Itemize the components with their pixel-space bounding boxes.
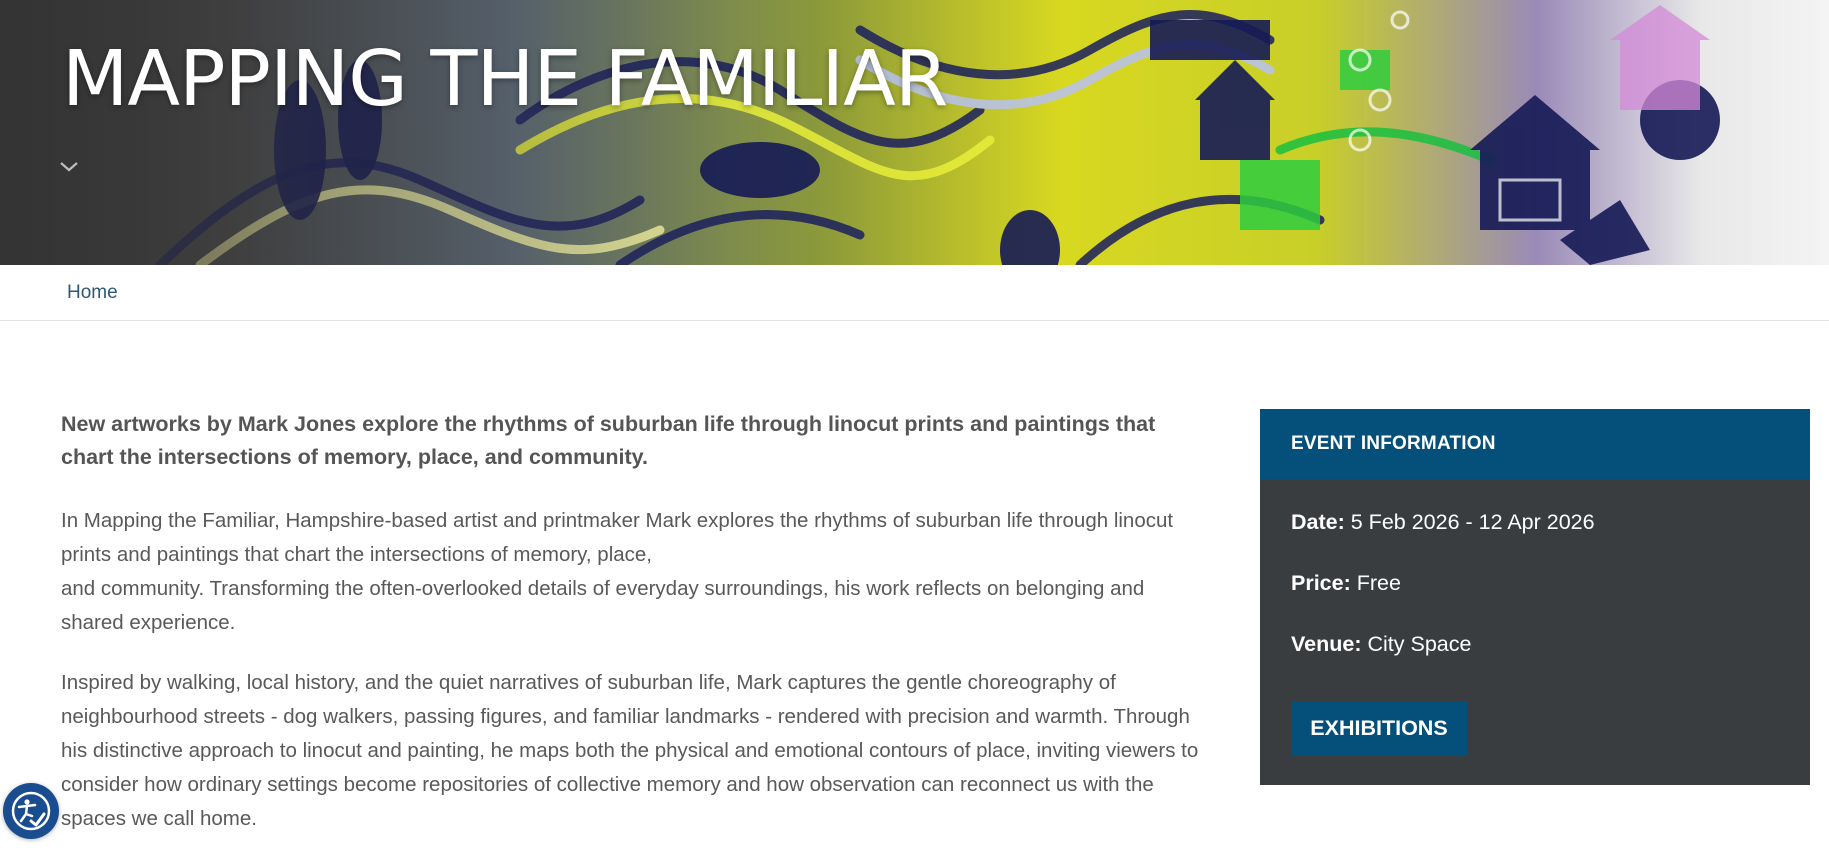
page-title: MAPPING THE FAMILIAR [62, 35, 948, 124]
event-date-label: Date: [1291, 510, 1345, 534]
accessibility-widget-button[interactable] [3, 783, 59, 839]
breadcrumb-home-link[interactable]: Home [67, 282, 118, 304]
event-price-label: Price: [1291, 571, 1351, 595]
chevron-down-icon[interactable] [58, 160, 80, 174]
body-paragraph-1: In Mapping the Familiar, Hampshire-based… [61, 504, 1211, 640]
event-information-heading: EVENT INFORMATION [1260, 409, 1810, 479]
body-paragraph-2: Inspired by walking, local history, and … [61, 671, 1199, 830]
event-venue: Venue: City Space [1291, 632, 1471, 657]
event-price-value: Free [1356, 571, 1401, 595]
event-date-value: 5 Feb 2026 - 12 Apr 2026 [1350, 510, 1595, 534]
body-paragraph-1-line-2: and community. Transforming the often-ov… [61, 577, 1145, 634]
main-content: New artworks by Mark Jones explore the r… [61, 408, 1211, 862]
lead-paragraph: New artworks by Mark Jones explore the r… [61, 412, 1156, 469]
event-date: Date: 5 Feb 2026 - 12 Apr 2026 [1291, 510, 1595, 535]
hero-banner: MAPPING THE FAMILIAR [0, 0, 1829, 265]
event-venue-value: City Space [1367, 632, 1472, 656]
exhibitions-button[interactable]: EXHIBITIONS [1291, 701, 1467, 756]
event-price: Price: Free [1291, 571, 1401, 596]
accessibility-icon [11, 791, 51, 831]
event-venue-label: Venue: [1291, 632, 1362, 656]
event-information-panel: EVENT INFORMATION Date: 5 Feb 2026 - 12 … [1260, 409, 1810, 785]
breadcrumb: Home [0, 265, 1829, 321]
body-paragraph-1-line-1: In Mapping the Familiar, Hampshire-based… [61, 509, 1174, 566]
